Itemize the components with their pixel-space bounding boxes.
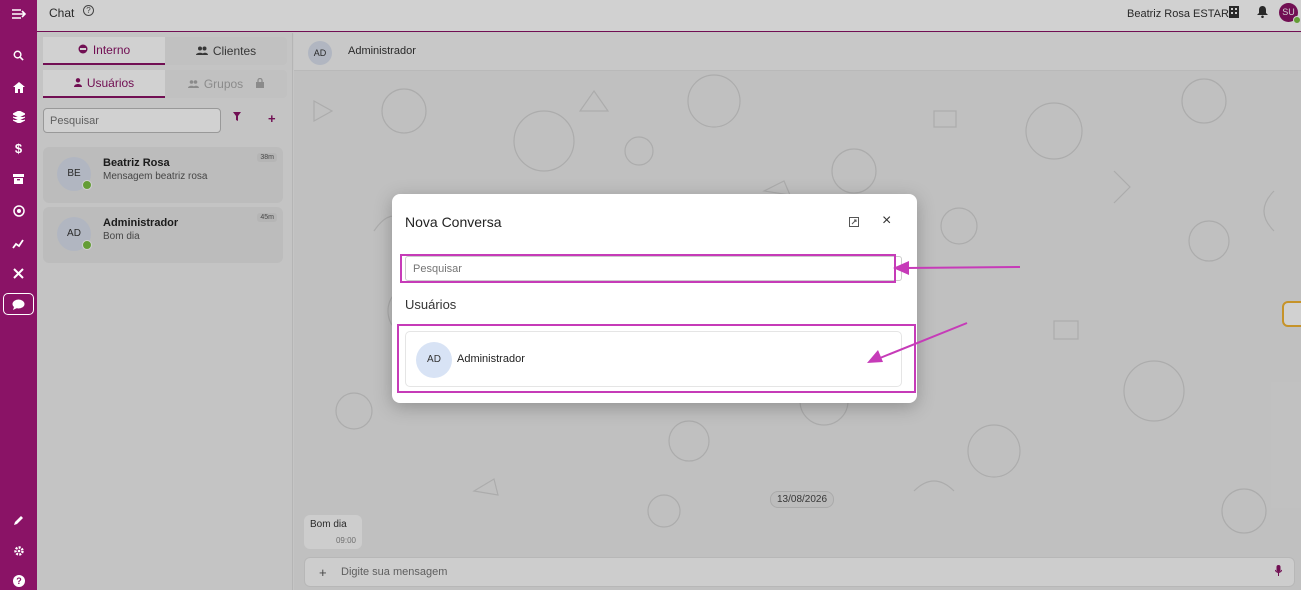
layers-icon[interactable] <box>0 106 37 128</box>
svg-text:?: ? <box>16 576 22 586</box>
annotation-highlight-box <box>397 324 916 393</box>
gear-icon[interactable] <box>0 540 37 562</box>
nav-rail: $ ? <box>0 0 37 590</box>
chat-icon[interactable] <box>3 293 34 315</box>
close-button[interactable]: × <box>882 212 891 230</box>
chart-icon[interactable] <box>0 232 37 254</box>
target-icon[interactable] <box>0 200 37 222</box>
search-icon[interactable] <box>0 44 37 66</box>
new-conversation-dialog: Nova Conversa × Usuários AD Administrado… <box>392 194 917 403</box>
tools-icon[interactable] <box>0 262 37 284</box>
section-title: Usuários <box>405 297 457 312</box>
archive-icon[interactable] <box>0 168 37 190</box>
expand-icon[interactable] <box>849 216 859 230</box>
pencil-icon[interactable] <box>0 509 37 531</box>
dialog-title: Nova Conversa <box>405 214 502 230</box>
annotation-highlight-box <box>400 254 896 283</box>
menu-collapse-icon[interactable] <box>0 3 37 25</box>
home-icon[interactable] <box>0 76 37 98</box>
dollar-icon[interactable]: $ <box>0 137 37 159</box>
help-icon[interactable]: ? <box>0 570 37 590</box>
